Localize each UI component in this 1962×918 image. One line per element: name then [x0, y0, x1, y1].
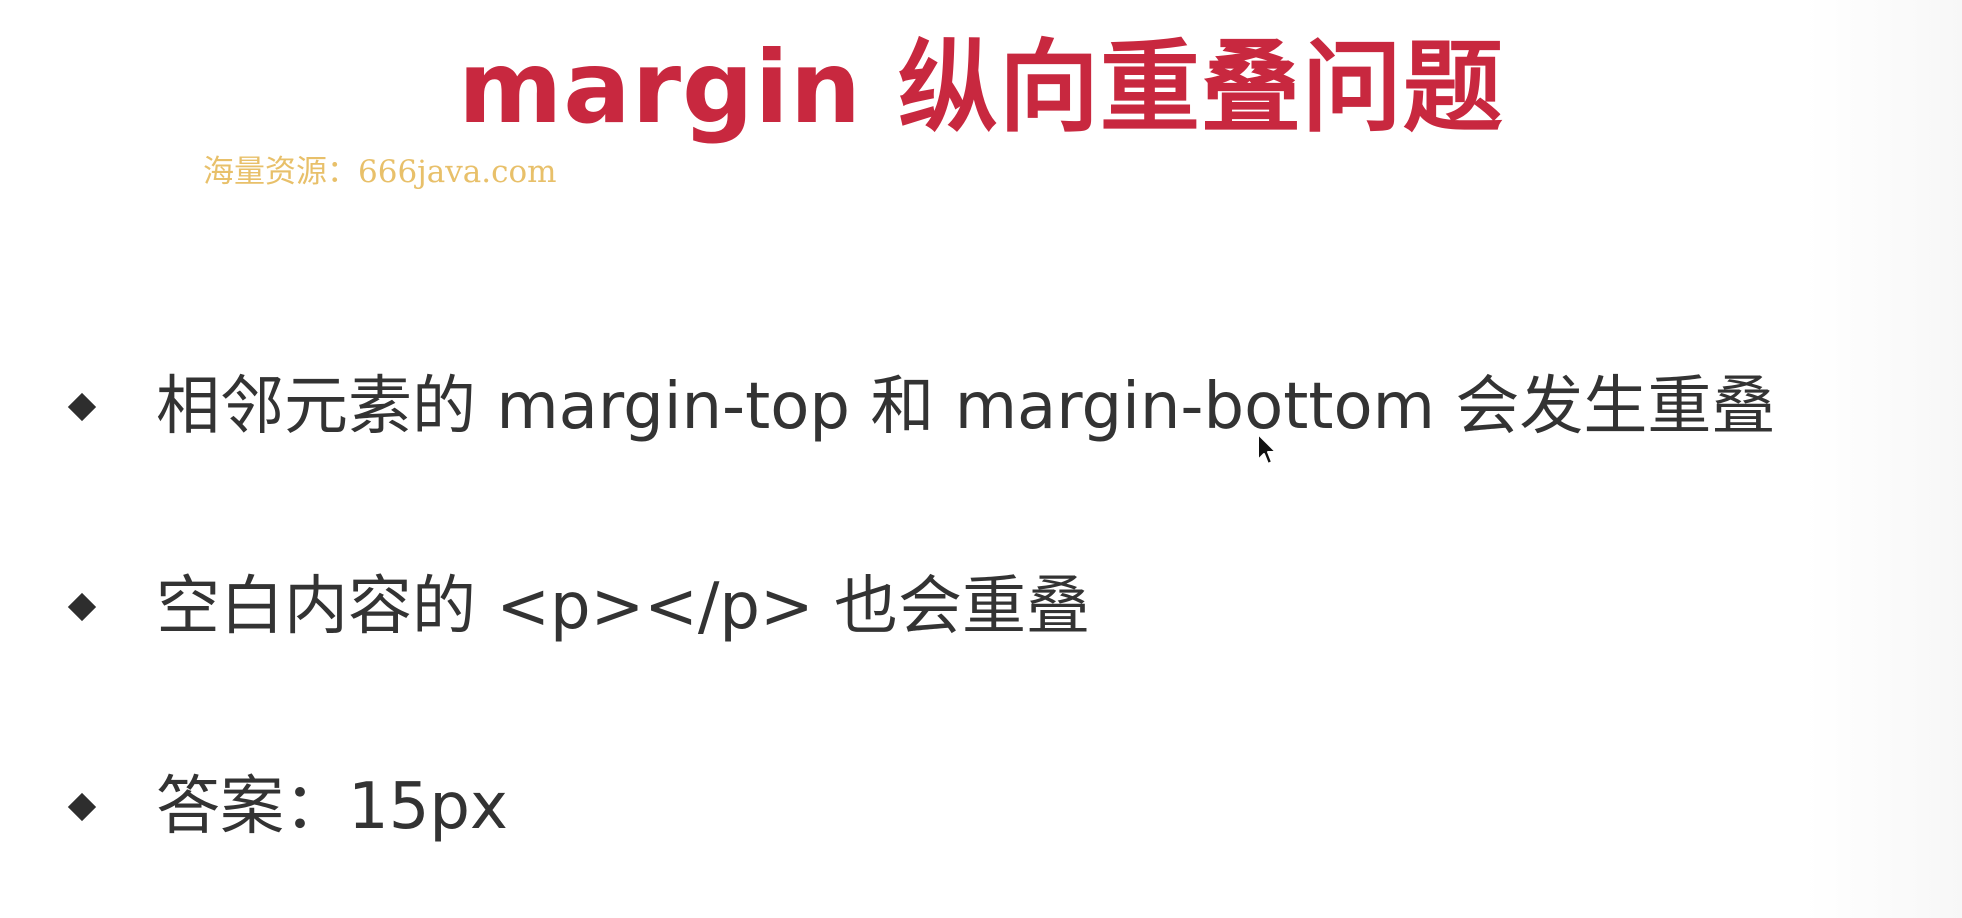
presentation-slide: margin 纵向重叠问题 海量资源：666java.com 相邻元素的 mar…: [0, 0, 1962, 918]
bullet-item: 答案：15px: [66, 762, 508, 852]
diamond-icon: [67, 592, 97, 622]
diamond-icon: [67, 392, 97, 422]
bullet-text: 空白内容的 <p></p> 也会重叠: [156, 570, 1090, 644]
bullet-text: 答案：15px: [156, 770, 508, 844]
bullet-item: 空白内容的 <p></p> 也会重叠: [66, 562, 1090, 652]
bullet-list: 相邻元素的 margin-top 和 margin-bottom 会发生重叠 空…: [0, 0, 1962, 918]
mouse-cursor-icon: [1257, 433, 1277, 465]
diamond-icon: [67, 792, 97, 822]
bullet-item: 相邻元素的 margin-top 和 margin-bottom 会发生重叠: [66, 362, 1775, 452]
bullet-text: 相邻元素的 margin-top 和 margin-bottom 会发生重叠: [156, 370, 1776, 444]
